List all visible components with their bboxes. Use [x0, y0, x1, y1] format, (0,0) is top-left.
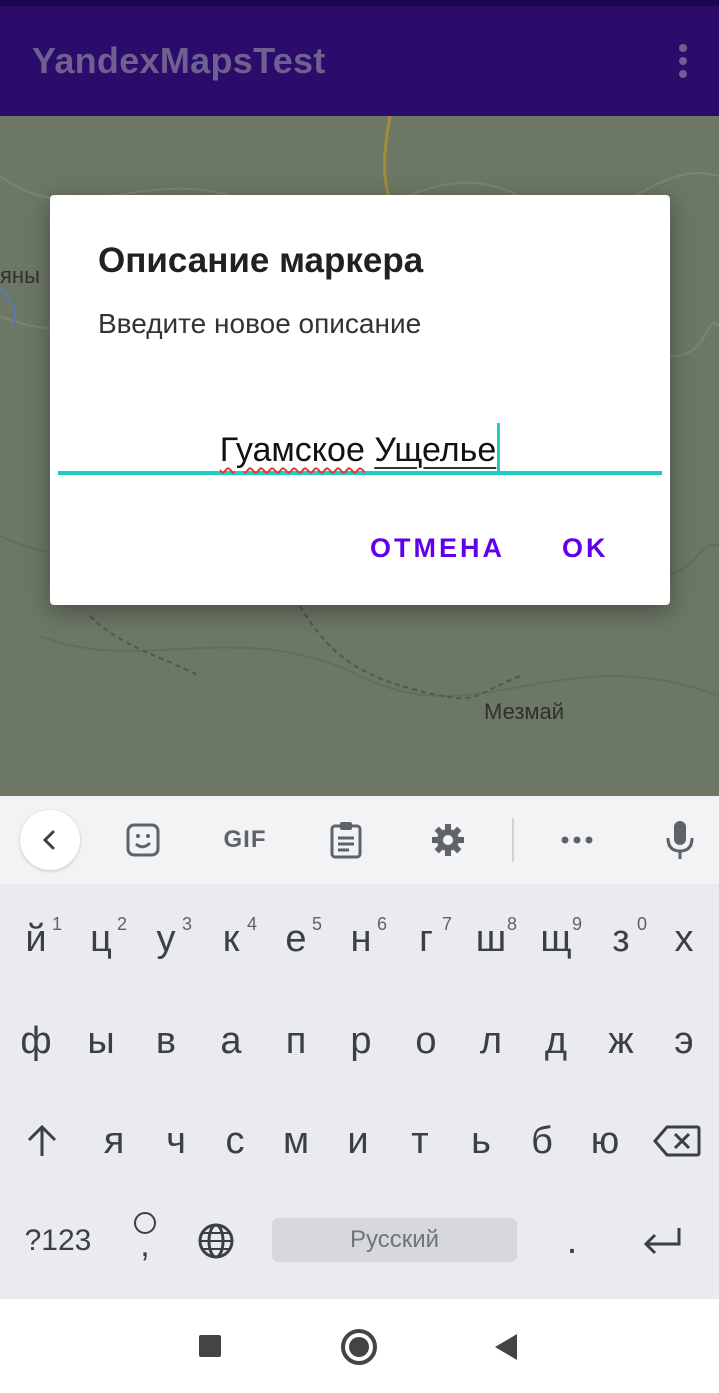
- toolbar-divider: [512, 818, 514, 862]
- key[interactable]: я: [82, 1096, 146, 1186]
- map-label: яны: [0, 263, 40, 288]
- language-key[interactable]: [184, 1196, 248, 1286]
- key[interactable]: й1: [4, 894, 68, 984]
- shift-arrow-icon: [27, 1124, 57, 1156]
- app-title: YandexMapsTest: [32, 40, 326, 81]
- back-triangle-icon[interactable]: [495, 1334, 517, 1360]
- keyboard: й1 ц2 у3 к4 е5 н6 г7 ш8 щ9 з0 х ф ы в а …: [0, 884, 719, 1299]
- key[interactable]: к4: [199, 894, 263, 984]
- key[interactable]: ц2: [69, 894, 133, 984]
- key[interactable]: т: [388, 1096, 452, 1186]
- spacebar[interactable]: Русский: [272, 1218, 517, 1262]
- globe-icon: [198, 1223, 234, 1259]
- key[interactable]: р: [329, 996, 393, 1086]
- microphone-icon[interactable]: [658, 818, 702, 862]
- symbols-key[interactable]: ?123: [16, 1196, 100, 1286]
- key[interactable]: с: [203, 1096, 267, 1186]
- key[interactable]: о: [394, 996, 458, 1086]
- key[interactable]: ж: [589, 996, 653, 1086]
- key[interactable]: х: [652, 894, 716, 984]
- cancel-button[interactable]: ОТМЕНА: [370, 533, 505, 564]
- settings-gear-icon[interactable]: [426, 818, 470, 862]
- clipboard-icon[interactable]: [324, 818, 368, 862]
- key[interactable]: ь: [449, 1096, 513, 1186]
- enter-arrow-icon: [643, 1228, 681, 1255]
- input-word: Гуамское: [219, 431, 365, 469]
- gif-button[interactable]: GIF: [218, 818, 272, 862]
- key[interactable]: ю: [573, 1096, 637, 1186]
- key[interactable]: щ9: [524, 894, 588, 984]
- sticker-icon[interactable]: [121, 818, 165, 862]
- key[interactable]: и: [326, 1096, 390, 1186]
- key[interactable]: ч: [144, 1096, 208, 1186]
- description-input[interactable]: Гуамское Ущелье: [58, 415, 662, 475]
- map-label: Мезмай: [484, 699, 565, 724]
- key[interactable]: д: [524, 996, 588, 1086]
- key[interactable]: э: [652, 996, 716, 1086]
- overflow-menu-icon[interactable]: [677, 44, 689, 78]
- key[interactable]: г7: [394, 894, 458, 984]
- marker-description-dialog: Описание маркера Введите новое описание …: [50, 195, 670, 605]
- keyboard-toolbar: GIF: [0, 796, 719, 884]
- key[interactable]: п: [264, 996, 328, 1086]
- status-bar: [0, 0, 719, 6]
- key[interactable]: ы: [69, 996, 133, 1086]
- emoji-comma-key[interactable]: ,: [114, 1196, 176, 1286]
- chevron-left-icon[interactable]: [20, 810, 80, 870]
- dialog-message: Введите новое описание: [98, 308, 422, 339]
- system-nav-bar: [0, 1299, 719, 1393]
- backspace-icon: [653, 1125, 701, 1157]
- ok-button[interactable]: OK: [562, 533, 609, 564]
- key[interactable]: е5: [264, 894, 328, 984]
- comma-label: ,: [140, 1226, 150, 1264]
- key[interactable]: м: [264, 1096, 328, 1186]
- key[interactable]: л: [459, 996, 523, 1086]
- more-horizontal-icon[interactable]: [555, 818, 599, 862]
- key[interactable]: н6: [329, 894, 393, 984]
- key[interactable]: ф: [4, 996, 68, 1086]
- key[interactable]: у3: [134, 894, 198, 984]
- home-circle-icon[interactable]: [341, 1329, 377, 1365]
- shift-key[interactable]: [10, 1096, 74, 1186]
- period-key[interactable]: .: [540, 1196, 604, 1286]
- app-bar: YandexMapsTest: [0, 0, 719, 116]
- key[interactable]: ш8: [459, 894, 523, 984]
- dialog-title: Описание маркера: [98, 241, 424, 280]
- recents-square-icon[interactable]: [199, 1335, 221, 1357]
- key[interactable]: в: [134, 996, 198, 1086]
- key[interactable]: з0: [589, 894, 653, 984]
- text-caret: [497, 423, 501, 471]
- enter-key[interactable]: [628, 1196, 698, 1286]
- key[interactable]: б: [510, 1096, 574, 1186]
- key[interactable]: а: [199, 996, 263, 1086]
- backspace-key[interactable]: [644, 1096, 710, 1186]
- input-word: Ущелье: [374, 431, 497, 469]
